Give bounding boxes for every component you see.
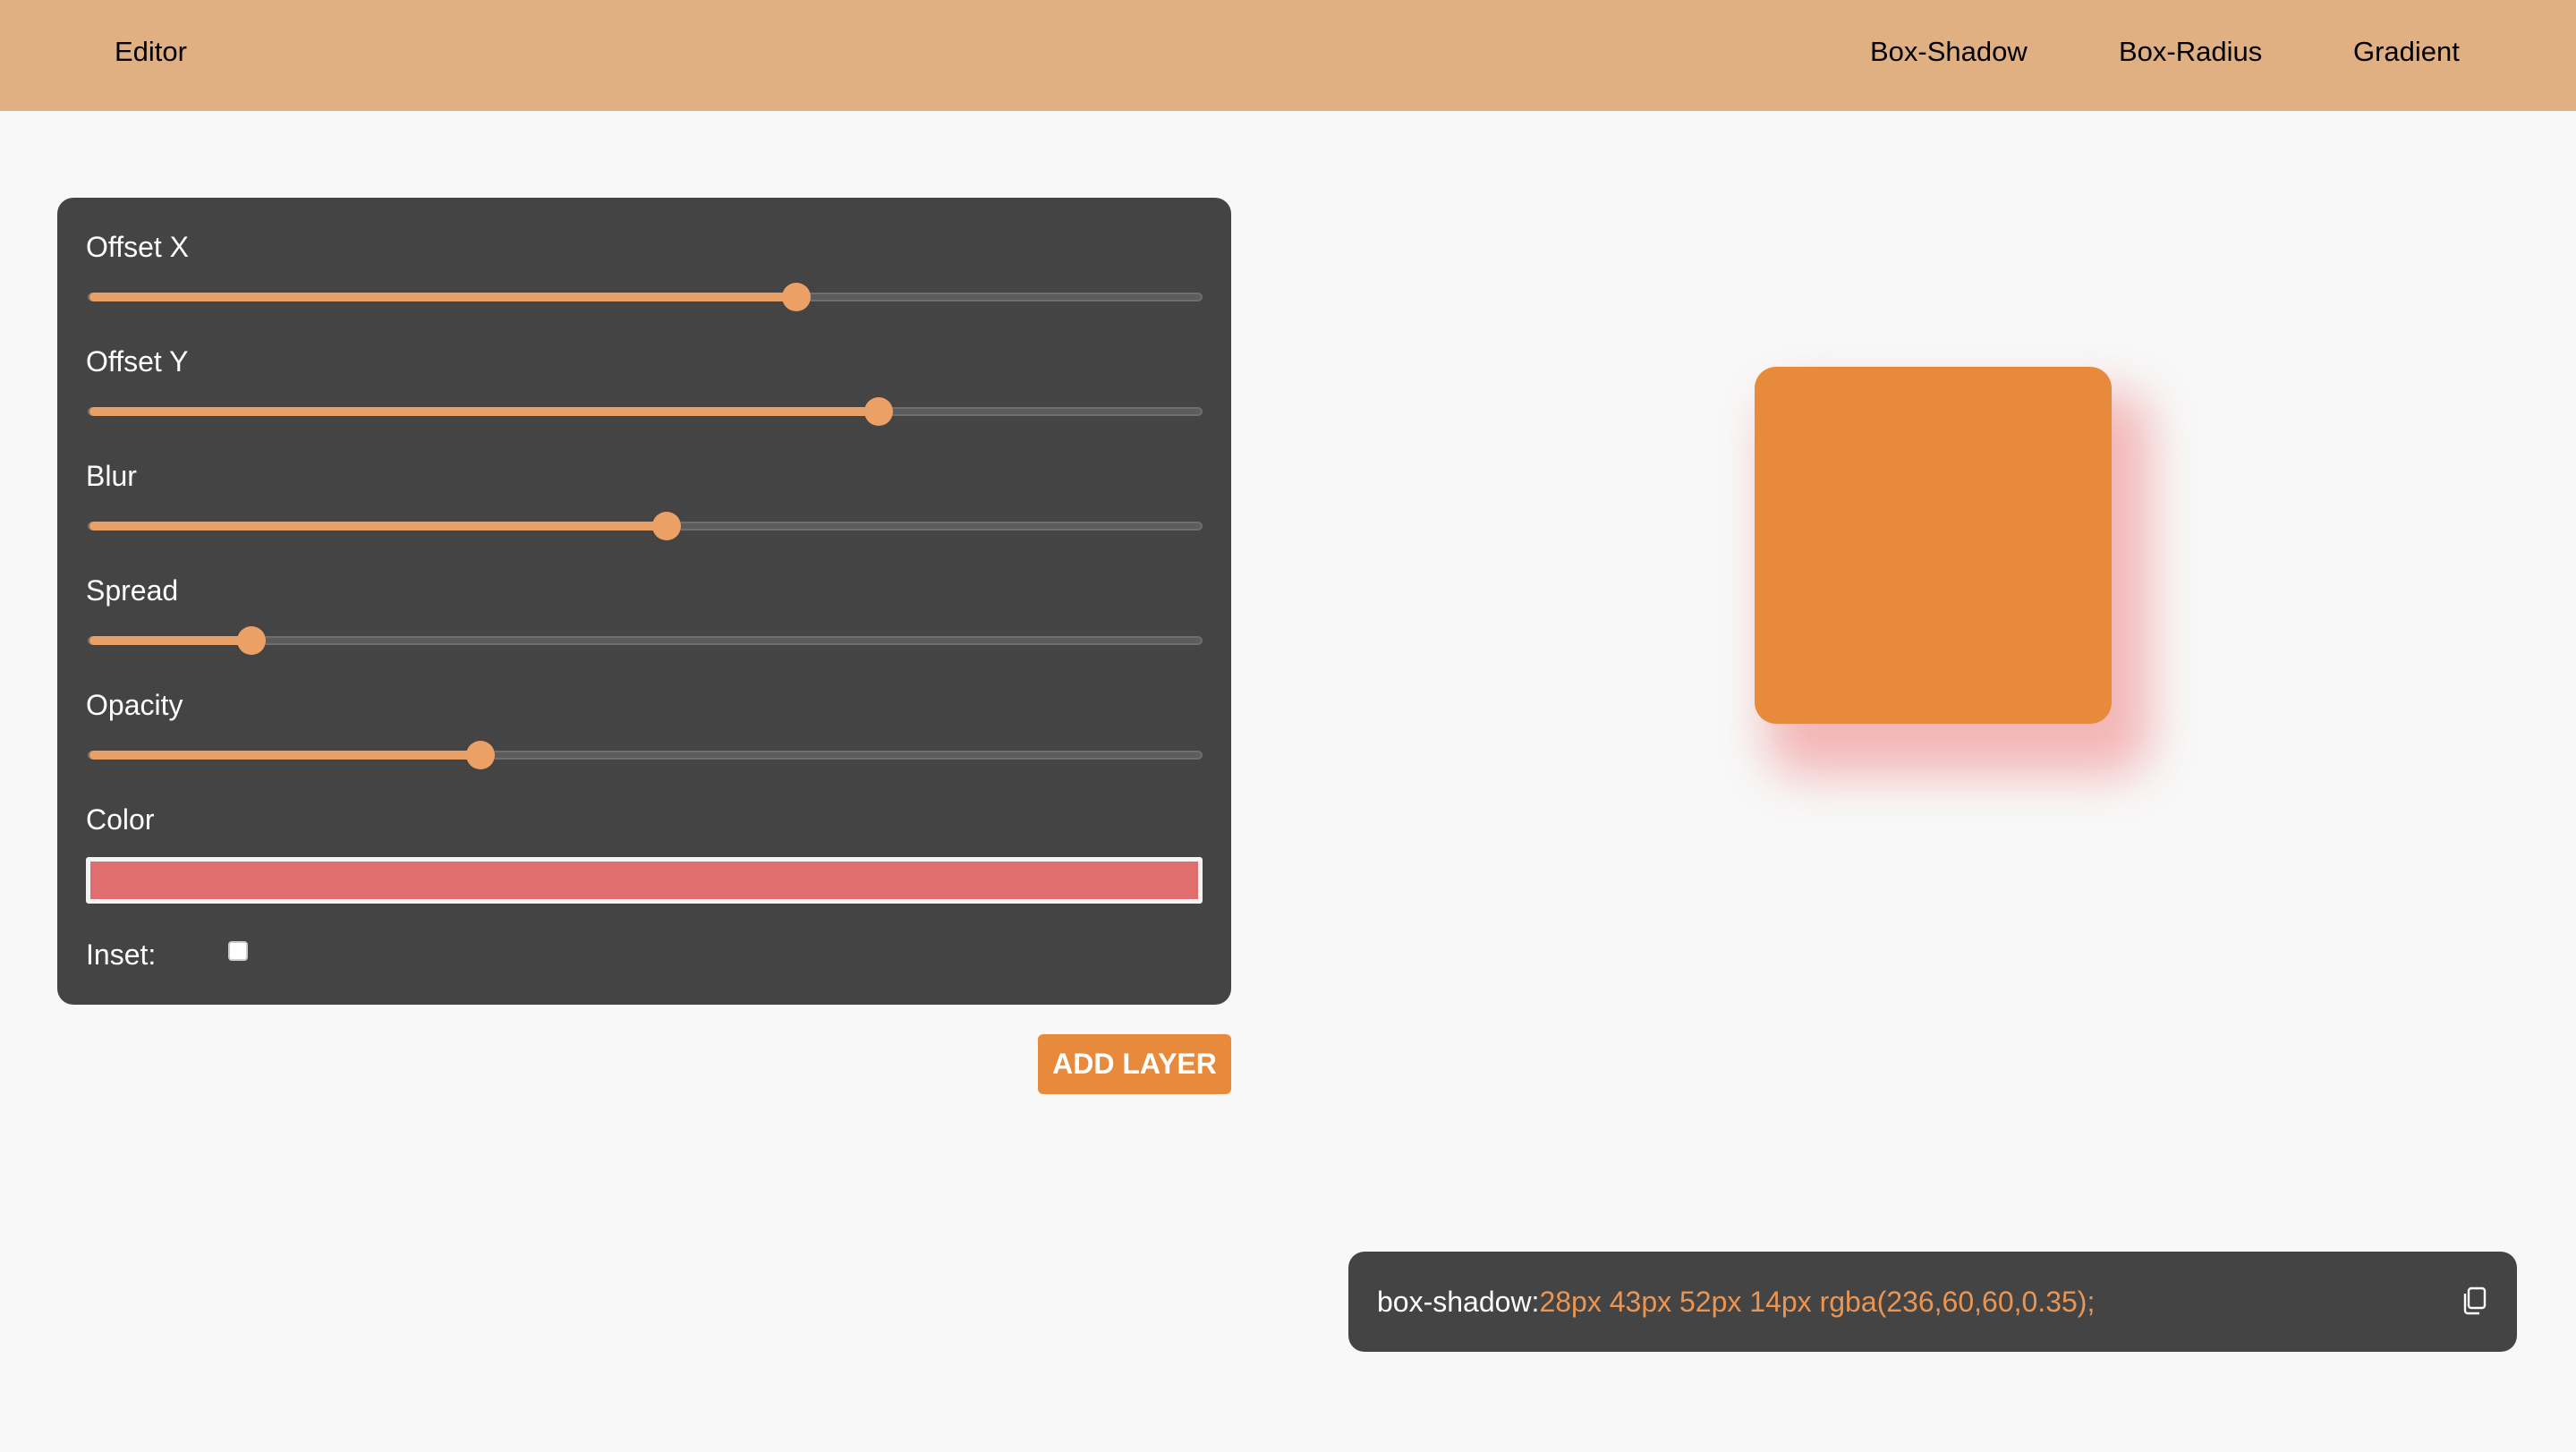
shadow-preview-box	[1755, 367, 2112, 724]
brand-title[interactable]: Editor	[115, 36, 187, 68]
color-label: Color	[86, 803, 155, 836]
offset-y-slider[interactable]	[88, 397, 1203, 426]
controls-panel: Offset X Offset Y Blur Spread Opacity Co…	[57, 198, 1231, 1005]
css-output-code: box-shadow:28px 43px 52px 14px rgba(236,…	[1377, 1286, 2095, 1319]
slider-fill	[89, 293, 796, 301]
spread-label: Spread	[86, 574, 179, 607]
nav-box-radius[interactable]: Box-Radius	[2119, 36, 2262, 68]
inset-checkbox[interactable]	[228, 941, 248, 961]
slider-fill	[89, 407, 879, 416]
slider-thumb[interactable]	[466, 741, 496, 769]
css-output-bar: box-shadow:28px 43px 52px 14px rgba(236,…	[1348, 1252, 2517, 1352]
slider-fill	[89, 522, 667, 531]
slider-fill	[89, 636, 252, 645]
blur-slider[interactable]	[88, 512, 1203, 540]
add-layer-button[interactable]: ADD LAYER	[1038, 1034, 1231, 1094]
top-navigation-bar: Editor Box-Shadow Box-Radius Gradient	[0, 0, 2576, 111]
color-swatch	[90, 862, 1198, 899]
slider-thumb[interactable]	[863, 397, 893, 426]
inset-label: Inset:	[86, 938, 157, 971]
offset-y-label: Offset Y	[86, 345, 189, 378]
slider-thumb[interactable]	[781, 283, 811, 311]
slider-thumb[interactable]	[651, 512, 681, 540]
css-value: 28px 43px 52px 14px rgba(236,60,60,0.35)…	[1539, 1286, 2096, 1318]
slider-fill	[89, 751, 481, 760]
offset-x-label: Offset X	[86, 231, 190, 263]
slider-thumb[interactable]	[237, 626, 267, 655]
spread-slider[interactable]	[88, 626, 1203, 655]
nav-box-shadow[interactable]: Box-Shadow	[1870, 36, 2028, 68]
nav-gradient[interactable]: Gradient	[2353, 36, 2460, 68]
offset-x-slider[interactable]	[88, 283, 1203, 311]
opacity-label: Opacity	[86, 689, 183, 721]
copy-icon[interactable]	[2460, 1286, 2488, 1316]
color-picker[interactable]	[86, 857, 1203, 904]
opacity-slider[interactable]	[88, 741, 1203, 769]
css-property: box-shadow:	[1377, 1286, 1540, 1318]
blur-label: Blur	[86, 460, 137, 492]
